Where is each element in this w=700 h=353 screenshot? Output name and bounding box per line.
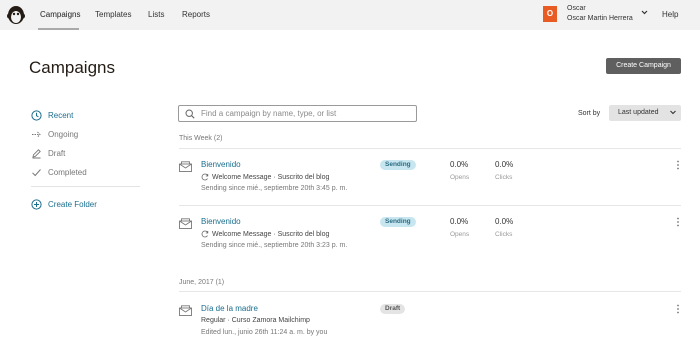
search-icon (185, 109, 195, 119)
help-link[interactable]: Help (662, 10, 678, 19)
campaign-type-text: Welcome Message · Suscrito del blog (212, 230, 330, 238)
sort-label: Sort by (578, 110, 601, 117)
campaign-type: Regular · Curso Zamora Mailchimp (201, 317, 310, 324)
campaign-name-link[interactable]: Día de la madre (201, 304, 258, 313)
chevron-down-icon (670, 110, 676, 115)
status-badge: Sending (380, 160, 416, 170)
account-full-name[interactable]: Oscar Martin Herrera (567, 15, 633, 22)
arrow-right-icon (31, 129, 42, 140)
sidebar-item-label: Recent (48, 110, 74, 120)
sort-select[interactable]: Last updated (609, 105, 681, 121)
campaign-type-text: Welcome Message · Suscrito del blog (212, 173, 330, 181)
clock-icon (31, 109, 42, 121)
status-badge: Sending (380, 217, 416, 227)
mailchimp-logo-icon[interactable] (5, 3, 27, 27)
check-icon (31, 167, 42, 178)
envelope-icon (179, 218, 192, 229)
account-first-name[interactable]: Oscar (567, 5, 586, 12)
search-input[interactable] (201, 107, 411, 120)
sidebar-item-ongoing[interactable]: Ongoing (31, 127, 78, 141)
nav-reports[interactable]: Reports (182, 10, 210, 19)
nav-active-indicator (38, 28, 79, 30)
opens-label: Opens (450, 174, 470, 181)
clicks-value: 0.0% (495, 217, 514, 226)
sort-selected-value: Last updated (618, 109, 659, 116)
sidebar-item-recent[interactable]: Recent (31, 108, 73, 122)
campaign-name-link[interactable]: Bienvenido (201, 160, 241, 169)
more-options-icon[interactable] (675, 304, 681, 314)
campaign-status-line: Sending since mié., septiembre 20th 3:45… (201, 185, 348, 192)
opens-label: Opens (450, 231, 470, 238)
clicks-label: Clicks (495, 174, 513, 181)
group-label-june-2017: June, 2017 (1) (179, 279, 225, 286)
campaign-status-line: Sending since mié., septiembre 20th 3:23… (201, 242, 348, 249)
sidebar-item-completed[interactable]: Completed (31, 165, 87, 179)
status-badge: Draft (380, 304, 406, 314)
campaign-type-text: Regular · Curso Zamora Mailchimp (201, 317, 310, 324)
create-folder-label: Create Folder (48, 199, 97, 209)
create-campaign-button[interactable]: Create Campaign (606, 58, 681, 74)
campaign-name-link[interactable]: Bienvenido (201, 217, 241, 226)
group-label-this-week: This Week (2) (179, 135, 223, 142)
opens-value: 0.0% (450, 160, 469, 169)
clicks-value: 0.0% (495, 160, 514, 169)
nav-campaigns[interactable]: Campaigns (40, 10, 80, 19)
page-title: Campaigns (29, 58, 115, 77)
plus-circle-icon (31, 198, 42, 210)
envelope-icon (179, 161, 192, 172)
sidebar-item-label: Completed (48, 167, 87, 177)
sidebar-item-label: Draft (48, 148, 66, 158)
campaign-status-line: Edited lun., junio 26th 11:24 a. m. by y… (201, 329, 328, 336)
nav-templates[interactable]: Templates (95, 10, 131, 19)
campaign-type: Welcome Message · Suscrito del blog (201, 173, 329, 181)
more-options-icon[interactable] (675, 217, 681, 227)
refresh-icon (201, 173, 209, 181)
refresh-icon (201, 230, 209, 238)
nav-lists[interactable]: Lists (148, 10, 164, 19)
sidebar-divider (31, 186, 140, 187)
divider (179, 291, 681, 292)
search-box (178, 105, 417, 122)
account-avatar[interactable]: O (543, 6, 557, 22)
top-nav: Campaigns Templates Lists Reports O Osca… (0, 0, 700, 30)
divider (179, 148, 681, 149)
divider (179, 205, 681, 206)
envelope-icon (179, 305, 192, 316)
chevron-down-icon[interactable] (641, 10, 648, 15)
sidebar-item-draft[interactable]: Draft (31, 146, 65, 160)
pencil-icon (31, 148, 42, 159)
more-options-icon[interactable] (675, 160, 681, 170)
create-folder-link[interactable]: Create Folder (31, 197, 97, 211)
clicks-label: Clicks (495, 231, 513, 238)
sidebar-item-label: Ongoing (48, 129, 79, 139)
campaign-type: Welcome Message · Suscrito del blog (201, 230, 329, 238)
opens-value: 0.0% (450, 217, 469, 226)
